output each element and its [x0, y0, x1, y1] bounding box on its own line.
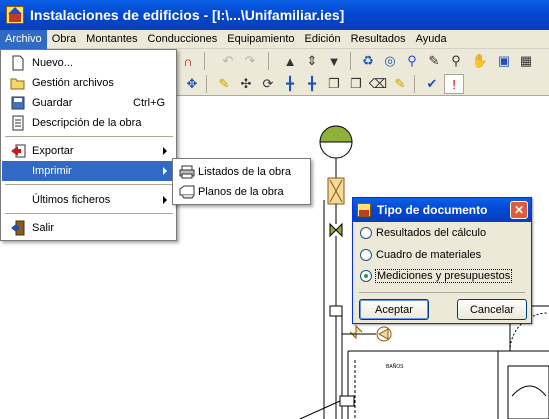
draw-pencil-icon[interactable]: ✎: [214, 74, 234, 94]
move-down-icon[interactable]: ▼: [324, 51, 344, 71]
split-pipe-icon[interactable]: ╋: [280, 74, 300, 94]
folder-open-icon: [10, 75, 26, 91]
menu-separator: [5, 184, 173, 185]
exit-door-icon: [10, 220, 26, 236]
rotate-icon[interactable]: ⟳: [258, 74, 278, 94]
dialog-title: Tipo de documento: [377, 203, 488, 217]
menu-item-ultimos-ficheros[interactable]: Últimos ficheros: [2, 190, 175, 210]
toolbar-separator: [350, 52, 351, 70]
menu-item-gestion-archivos[interactable]: Gestión archivos: [2, 73, 175, 93]
menu-bar: Archivo Obra Montantes Conducciones Equi…: [0, 29, 549, 49]
plotter-icon: [179, 184, 195, 200]
copy-icon[interactable]: ❐: [324, 74, 344, 94]
menu-item-guardar[interactable]: Guardar Ctrl+G: [2, 93, 175, 113]
undo-icon[interactable]: ↶: [218, 51, 238, 71]
menu-item-descripcion-obra[interactable]: Descripción de la obra: [2, 113, 175, 133]
grid-view-icon[interactable]: ▦: [516, 51, 536, 71]
edit-pencil-icon[interactable]: ✎: [390, 74, 410, 94]
app-house-icon: [6, 6, 24, 24]
menu-conducciones[interactable]: Conducciones: [143, 30, 223, 49]
snap-cross-icon[interactable]: ✥: [182, 74, 202, 94]
title-bar: Instalaciones de edificios - [I:\...\Uni…: [0, 0, 549, 30]
dialog-title-bar[interactable]: Tipo de documento ✕: [353, 198, 531, 222]
submenu-arrow-icon: [163, 196, 167, 204]
radio-cuadro-materiales[interactable]: Cuadro de materiales: [360, 246, 481, 264]
hand-pan-icon[interactable]: ✋: [470, 51, 490, 71]
menu-item-exportar[interactable]: Exportar: [2, 141, 175, 161]
move-cross-icon[interactable]: ✣: [236, 74, 256, 94]
layers-icon[interactable]: ▣: [494, 51, 514, 71]
magnet-icon[interactable]: ∩: [178, 51, 198, 71]
menu-separator: [5, 213, 173, 214]
archivo-dropdown-menu: Nuevo... Gestión archivos Guardar Ctrl+G…: [0, 49, 177, 241]
submenu-arrow-icon: [163, 167, 167, 175]
dialog-separator: [359, 292, 525, 293]
menu-montantes[interactable]: Montantes: [81, 30, 142, 49]
imprimir-submenu: Listados de la obra Planos de la obra: [172, 158, 311, 205]
aceptar-button[interactable]: Aceptar: [359, 299, 429, 320]
zoom-target-icon[interactable]: ◎: [380, 51, 400, 71]
up-down-icon[interactable]: ⇕: [302, 51, 322, 71]
new-document-icon: [10, 55, 26, 71]
magnifier-icon[interactable]: ⚲: [446, 51, 466, 71]
toolbar-separator: [414, 75, 415, 93]
menu-resultados[interactable]: Resultados: [346, 30, 411, 49]
shortcut-guardar: Ctrl+G: [133, 97, 166, 109]
submenu-arrow-icon: [163, 147, 167, 155]
save-disk-icon: [10, 95, 26, 111]
calculate-icon[interactable]: ♻: [358, 51, 378, 71]
printer-icon: [179, 164, 195, 180]
document-description-icon: [10, 115, 26, 131]
menu-obra[interactable]: Obra: [47, 30, 81, 49]
radio-mediciones-presupuestos[interactable]: Mediciones y presupuestos: [360, 267, 513, 285]
toolbar-separator: [268, 52, 269, 70]
menu-separator: [5, 136, 173, 137]
radio-button[interactable]: [360, 227, 372, 239]
room-label-banos: BAÑOS: [386, 363, 404, 370]
move-up-icon[interactable]: ▲: [280, 51, 300, 71]
menu-equipamiento[interactable]: Equipamiento: [222, 30, 299, 49]
radio-resultados-calculo[interactable]: Resultados del cálculo: [360, 224, 486, 242]
submenu-item-planos[interactable]: Planos de la obra: [174, 182, 309, 202]
toolbar-separator: [204, 52, 205, 70]
cancelar-button[interactable]: Cancelar: [457, 299, 527, 320]
dialog-house-icon: [357, 203, 371, 217]
menu-item-imprimir[interactable]: Imprimir: [2, 161, 175, 181]
radio-button-selected[interactable]: [360, 270, 372, 282]
export-arrow-icon: [10, 143, 26, 159]
submenu-item-listados[interactable]: Listados de la obra: [174, 162, 309, 182]
menu-archivo[interactable]: Archivo: [0, 29, 47, 49]
duplicate-icon[interactable]: ❐: [346, 74, 366, 94]
error-check-icon[interactable]: !: [444, 74, 464, 94]
join-pipe-icon[interactable]: ╋: [302, 74, 322, 94]
zoom-icon[interactable]: ⚲: [402, 51, 422, 71]
menu-ayuda[interactable]: Ayuda: [411, 30, 452, 49]
close-icon[interactable]: ✕: [510, 201, 528, 219]
pencil-icon[interactable]: ✎: [424, 51, 444, 71]
check-icon[interactable]: ✔: [422, 74, 442, 94]
redo-icon[interactable]: ↷: [240, 51, 260, 71]
menu-item-salir[interactable]: Salir: [2, 218, 175, 238]
window-title: Instalaciones de edificios - [I:\...\Uni…: [30, 7, 345, 23]
menu-edicion[interactable]: Edición: [300, 30, 346, 49]
eraser-icon[interactable]: ⌫: [368, 74, 388, 94]
tipo-documento-dialog: Tipo de documento ✕ Resultados del cálcu…: [352, 197, 532, 324]
radio-button[interactable]: [360, 249, 372, 261]
menu-item-nuevo[interactable]: Nuevo...: [2, 53, 175, 73]
toolbar-separator: [206, 75, 207, 93]
